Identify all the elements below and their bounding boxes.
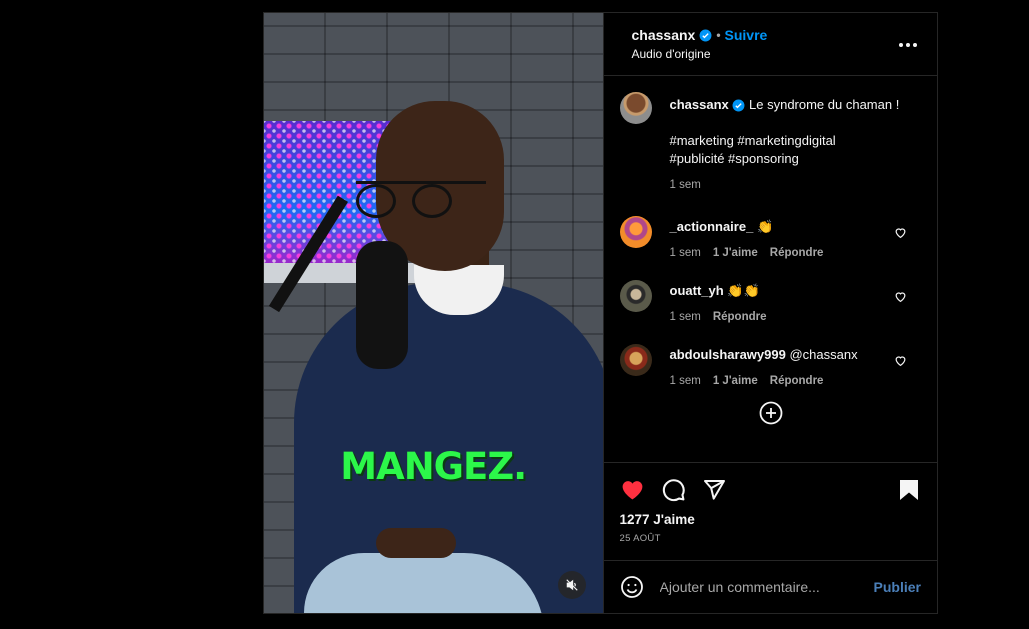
comment-time: 1 sem xyxy=(669,247,701,259)
follow-button[interactable]: Suivre xyxy=(725,27,768,43)
glasses xyxy=(356,181,486,218)
comment-time: 1 sem xyxy=(669,375,701,387)
bookmark-icon[interactable] xyxy=(899,479,919,501)
microphone xyxy=(356,241,408,369)
reply-button[interactable]: Répondre xyxy=(713,308,767,326)
video-player[interactable]: MANGEZ. xyxy=(264,13,603,613)
share-icon[interactable] xyxy=(702,478,726,502)
comment-time: 1 sem xyxy=(669,311,701,323)
verified-badge-icon xyxy=(732,99,745,112)
comment-text: 👏 xyxy=(756,219,774,234)
avatar[interactable] xyxy=(619,216,652,248)
comment-username[interactable]: _actionnaire_ xyxy=(670,219,754,234)
comment-text: 👏👏 xyxy=(727,283,760,298)
reply-button[interactable]: Répondre xyxy=(770,244,824,262)
post-actions: 1277 J'aime 25 AOÛT xyxy=(603,462,937,560)
speaker-muted-icon xyxy=(566,579,578,591)
separator-dot: • xyxy=(716,28,721,42)
avatar[interactable] xyxy=(619,344,652,376)
comment-like-icon[interactable] xyxy=(894,354,907,367)
caption-time: 1 sem xyxy=(669,179,701,191)
comment-text[interactable]: @chassanx xyxy=(789,347,857,362)
caption-text: Le syndrome du chaman ! xyxy=(749,97,900,112)
comment-composer: Publier xyxy=(603,560,937,613)
post-caption: chassanx Le syndrome du chaman ! #market… xyxy=(619,92,922,194)
more-options-icon[interactable] xyxy=(897,35,919,55)
header-username[interactable]: chassanx xyxy=(632,27,696,43)
like-heart-icon[interactable] xyxy=(620,477,645,502)
post-header: chassanx • Suivre Audio d'origine xyxy=(603,13,937,76)
avatar[interactable] xyxy=(619,280,652,312)
like-count[interactable]: 1277 J'aime xyxy=(620,512,922,527)
comment-input[interactable] xyxy=(659,579,858,595)
load-more-comments-icon[interactable] xyxy=(759,401,783,425)
comment-likes[interactable]: 1 J'aime xyxy=(713,372,758,390)
comments-list: chassanx Le syndrome du chaman ! #market… xyxy=(604,76,938,462)
reply-button[interactable]: Répondre xyxy=(770,372,824,390)
comment-username[interactable]: ouatt_yh xyxy=(670,283,724,298)
emoji-icon[interactable] xyxy=(620,575,644,599)
avatar[interactable] xyxy=(619,92,652,124)
comment-like-icon[interactable] xyxy=(894,290,907,303)
comment-item: _actionnaire_ 👏 1 sem 1 J'aime Répondre xyxy=(619,216,922,262)
comment-icon[interactable] xyxy=(661,477,686,502)
publish-button[interactable]: Publier xyxy=(874,579,921,595)
comment-likes[interactable]: 1 J'aime xyxy=(713,244,758,262)
post-modal: MANGEZ. chassanx • Suivre Audio d'origin… xyxy=(263,12,938,614)
hashtags-line-1[interactable]: #marketing #marketingdigital xyxy=(670,132,922,150)
post-side-panel: chassanx • Suivre Audio d'origine chassa… xyxy=(602,13,938,613)
comment-username[interactable]: abdoulsharawy999 xyxy=(670,347,786,362)
audio-link[interactable]: Audio d'origine xyxy=(632,47,768,61)
caption-username[interactable]: chassanx xyxy=(670,97,729,112)
post-date: 25 AOÛT xyxy=(619,533,661,544)
verified-badge-icon xyxy=(699,29,712,41)
person-hands xyxy=(376,528,456,558)
video-caption-overlay: MANGEZ. xyxy=(340,445,527,488)
hashtags-line-2[interactable]: #publicité #sponsoring xyxy=(670,150,922,168)
comment-like-icon[interactable] xyxy=(894,226,907,239)
comment-item: ouatt_yh 👏👏 1 sem Répondre xyxy=(619,280,922,326)
comment-item: abdoulsharawy999 @chassanx 1 sem 1 J'aim… xyxy=(619,344,922,390)
mute-button[interactable] xyxy=(558,571,586,599)
